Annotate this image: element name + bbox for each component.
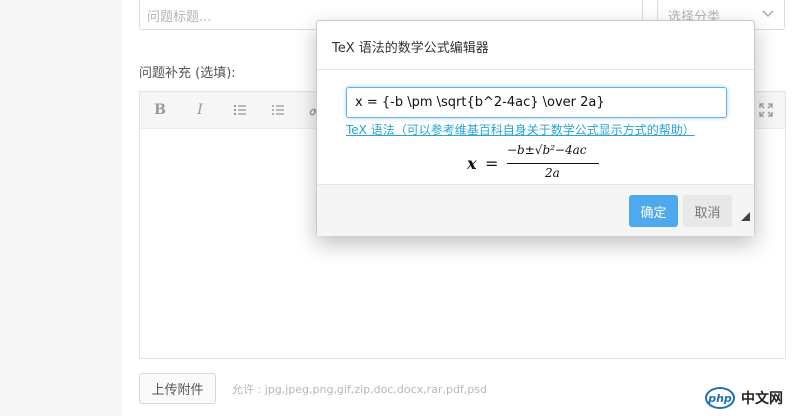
confirm-button[interactable]: 确定 (629, 195, 678, 227)
upload-attachment-button[interactable]: 上传附件 (139, 373, 216, 404)
dialog-title: TeX 语法的数学公式编辑器 (332, 41, 489, 56)
ordered-list-icon[interactable] (230, 100, 250, 120)
italic-button[interactable]: I (190, 100, 210, 120)
site-watermark: php 中文网 (704, 385, 795, 411)
question-title-placeholder: 问题标题... (147, 10, 212, 25)
unordered-list-icon[interactable] (268, 100, 288, 120)
formula-numerator: −b±√b²−4ac (507, 143, 587, 157)
cancel-button[interactable]: 取消 (683, 195, 732, 227)
dialog-header: TeX 语法的数学公式编辑器 (317, 21, 754, 70)
formula-denominator: 2a (545, 166, 560, 180)
resize-handle-icon[interactable] (741, 212, 750, 221)
fullscreen-icon[interactable] (756, 100, 776, 120)
dialog-footer: 确定 取消 (317, 184, 754, 236)
allowed-file-types: 允许 : jpg,jpeg,png,gif,zip,doc,docx,rar,p… (232, 383, 487, 396)
left-gutter (0, 0, 122, 416)
tex-help-link[interactable]: TeX 语法（可以参考维基百科自身关于数学公式显示方式的帮助） (346, 121, 695, 138)
tex-formula-input[interactable] (346, 87, 727, 118)
chevron-down-icon (762, 10, 774, 18)
fraction-bar (507, 163, 599, 164)
page: 问题标题... 选择分类 问题补充 (选填): B I 上传附件 允许: jp… (0, 0, 800, 416)
formula-preview: x = −b±√b²−4ac 2a (467, 143, 637, 185)
supplement-label: 问题补充 (选填): (139, 66, 236, 81)
bold-button[interactable]: B (150, 100, 170, 120)
formula-lhs: x (467, 154, 477, 173)
watermark-site-text: 中文网 (741, 391, 783, 407)
php-logo-icon: php (704, 387, 735, 409)
tex-formula-dialog: TeX 语法的数学公式编辑器 TeX 语法（可以参考维基百科自身关于数学公式显示… (316, 20, 755, 236)
logo-text: php (708, 391, 732, 405)
formula-equals: = (485, 154, 499, 173)
